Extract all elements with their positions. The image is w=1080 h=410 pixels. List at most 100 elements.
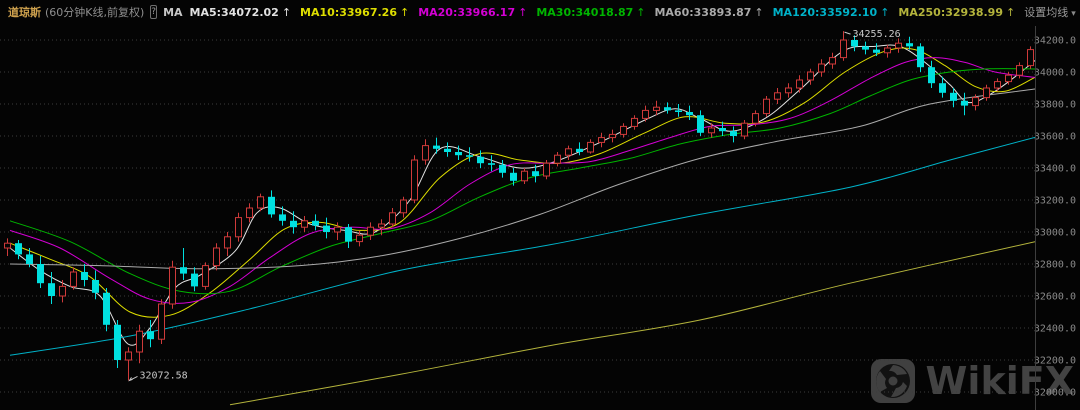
candle-up: [753, 114, 759, 124]
candle-up: [654, 107, 660, 110]
candle-up: [995, 82, 1001, 88]
candle-down: [345, 227, 352, 241]
candle-down: [114, 325, 121, 360]
candles: [5, 31, 1034, 380]
y-axis-label: 33800.0: [1034, 100, 1076, 111]
candle-up: [808, 72, 814, 80]
y-axis-label: 32600.0: [1034, 292, 1076, 303]
candle-down: [268, 197, 275, 215]
candle-down: [466, 155, 473, 157]
candle-down: [576, 149, 583, 152]
help-icon[interactable]: ?: [150, 5, 157, 19]
up-arrow-icon: ↑: [282, 6, 291, 19]
candle-down: [906, 43, 913, 46]
chevron-down-icon: ▾: [1071, 9, 1076, 19]
candle-up: [841, 40, 847, 58]
y-axis-label: 32400.0: [1034, 324, 1076, 335]
candle-up: [643, 110, 649, 118]
ma-legend-item-ma30: MA30:34018.87↑: [536, 6, 645, 19]
y-axis-label: 34000.0: [1034, 68, 1076, 79]
candle-up: [126, 352, 132, 360]
candle-down: [279, 214, 286, 220]
candle-up: [423, 146, 429, 160]
candle-up: [544, 163, 550, 176]
ma-indicator-label: MA: [163, 6, 182, 19]
candle-down: [312, 221, 319, 226]
candle-up: [896, 43, 902, 48]
up-arrow-icon: ↑: [518, 6, 527, 19]
candle-down: [37, 264, 44, 283]
y-axis-label: 32800.0: [1034, 260, 1076, 271]
candle-up: [60, 286, 66, 296]
candle-up: [390, 213, 396, 224]
ma-legend-item-ma5: MA5:34072.02↑: [190, 6, 292, 19]
candle-down: [444, 149, 451, 152]
up-arrow-icon: ↑: [636, 6, 645, 19]
candle-down: [928, 67, 935, 83]
candle-down: [433, 146, 440, 149]
candle-down: [939, 83, 946, 93]
high-annotation: 34255.26: [853, 29, 901, 40]
candle-down: [862, 46, 869, 49]
instrument-name: 道琼斯: [8, 4, 41, 20]
candle-up: [775, 93, 781, 99]
candle-up: [170, 267, 176, 304]
y-axis-label: 33000.0: [1034, 228, 1076, 239]
candle-up: [1028, 50, 1034, 66]
candle-up: [632, 118, 638, 126]
y-axis-labels: 34200.034000.033800.033600.033400.033200…: [1034, 36, 1076, 399]
candle-down: [950, 93, 957, 101]
gridlines: [0, 40, 1035, 392]
candle-up: [599, 138, 605, 143]
candle-down: [26, 254, 33, 264]
candle-down: [686, 112, 693, 115]
candle-up: [247, 208, 253, 218]
candle-up: [71, 272, 77, 286]
candle-down: [477, 157, 484, 163]
candle-down: [488, 163, 495, 165]
price-chart[interactable]: 34200.034000.033800.033600.033400.033200…: [0, 0, 1080, 410]
candle-up: [401, 200, 407, 213]
ma-legend-item-ma250: MA250:32938.99↑: [898, 6, 1015, 19]
candle-down: [499, 165, 506, 173]
candle-up: [621, 126, 627, 134]
ma-legend: MA5:34072.02↑MA10:33967.26↑MA20:33966.17…: [190, 6, 1025, 19]
y-axis-label: 33600.0: [1034, 132, 1076, 143]
ma-legend-item-ma10: MA10:33967.26↑: [300, 6, 409, 19]
chart-app: 道琼斯 (60分钟K线,前复权) ? MA MA5:34072.02↑ MA10:…: [0, 0, 1080, 410]
candle-up: [610, 134, 616, 137]
ma-legend-item-ma60: MA60:33893.87↑: [654, 6, 763, 19]
y-axis-label: 34200.0: [1034, 36, 1076, 47]
annotations: 34255.26 32072.58: [130, 29, 901, 381]
candle-up: [335, 227, 341, 232]
low-annotation: 32072.58: [140, 370, 188, 381]
ma-line-ma250: [230, 242, 1035, 405]
candle-down: [532, 171, 539, 176]
candle-down: [664, 107, 671, 110]
candle-up: [302, 221, 308, 227]
ma-lines: [10, 45, 1035, 405]
candle-up: [885, 48, 891, 53]
ma-settings-button[interactable]: 设置均线▾: [1024, 4, 1076, 20]
candle-up: [137, 331, 143, 352]
candle-down: [455, 152, 462, 155]
candle-up: [819, 64, 825, 72]
candle-up: [412, 160, 418, 200]
y-axis-label: 33400.0: [1034, 164, 1076, 175]
up-arrow-icon: ↑: [400, 6, 409, 19]
candle-down: [719, 128, 726, 131]
candle-up: [225, 237, 231, 248]
candle-up: [797, 80, 803, 88]
up-arrow-icon: ↑: [754, 6, 763, 19]
ma-settings-label: 设置均线: [1024, 6, 1068, 19]
ma-line-ma5: [10, 45, 1035, 345]
up-arrow-icon: ↑: [1006, 6, 1015, 19]
candle-up: [258, 197, 264, 208]
timeframe-label: (60分钟K线,前复权): [45, 4, 144, 20]
ma-legend-item-ma120: MA120:33592.10↑: [773, 6, 890, 19]
candle-down: [961, 101, 968, 106]
candle-up: [1006, 75, 1012, 81]
candle-up: [379, 224, 385, 227]
candle-down: [730, 131, 737, 136]
candle-up: [984, 88, 990, 98]
